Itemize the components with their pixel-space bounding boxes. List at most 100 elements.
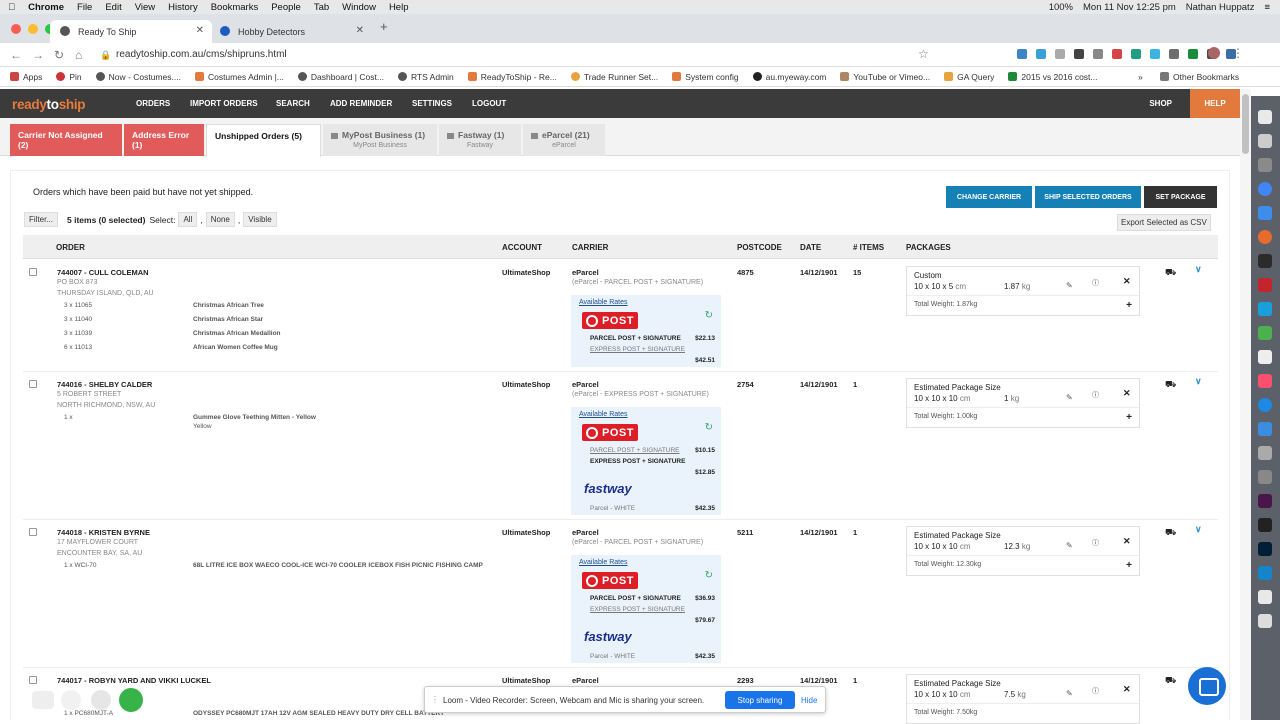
extension-icon[interactable]	[1112, 49, 1122, 59]
menu-list-icon[interactable]: ≡	[1264, 2, 1270, 13]
bookmark-item[interactable]: GA Query	[944, 72, 994, 82]
row-checkbox[interactable]	[29, 380, 37, 388]
chevron-down-icon[interactable]: ∨	[1195, 524, 1202, 535]
add-package-icon[interactable]: +	[1126, 412, 1132, 423]
menu-bookmarks[interactable]: Bookmarks	[211, 2, 259, 13]
order-name[interactable]: 744018 - KRISTEN BYRNE	[57, 528, 150, 537]
remove-package-icon[interactable]: ✕	[1123, 276, 1131, 287]
chevron-down-icon[interactable]: ∨	[1195, 376, 1202, 387]
ship-selected-button[interactable]: SHIP SELECTED ORDERS	[1035, 186, 1141, 208]
bookmark-item[interactable]: Costumes Admin |...	[194, 72, 284, 82]
header-order[interactable]: ORDER	[56, 243, 85, 252]
profile-avatar[interactable]	[1208, 47, 1220, 59]
tab-unshipped-orders[interactable]: Unshipped Orders (5)	[206, 124, 321, 157]
filter-button[interactable]: Filter...	[24, 212, 59, 227]
remove-package-icon[interactable]: ✕	[1123, 536, 1131, 547]
rate-option[interactable]: EXPRESS POST + SIGNATURE	[590, 606, 685, 613]
chrome-icon[interactable]	[1258, 182, 1272, 196]
chevron-down-icon[interactable]: ∨	[1195, 264, 1202, 275]
header-carrier[interactable]: CARRIER	[572, 243, 608, 252]
row-checkbox[interactable]	[29, 268, 37, 276]
menu-history[interactable]: History	[168, 2, 198, 13]
drag-handle-icon[interactable]: ⋮	[431, 695, 439, 704]
nav-help[interactable]: HELP	[1190, 89, 1240, 118]
refresh-icon[interactable]: ↻	[705, 570, 713, 581]
nav-import-orders[interactable]: IMPORT ORDERS	[190, 99, 258, 108]
skype-icon[interactable]	[1258, 302, 1272, 316]
more-bookmarks-icon[interactable]: »	[1138, 72, 1143, 82]
header-account[interactable]: ACCOUNT	[502, 243, 542, 252]
bookmark-item[interactable]: 2015 vs 2016 cost...	[1008, 72, 1098, 82]
add-package-icon[interactable]: +	[1126, 300, 1132, 311]
star-bookmark-icon[interactable]: ☆	[918, 47, 929, 61]
add-package-icon[interactable]: +	[1126, 560, 1132, 571]
close-window-icon[interactable]	[11, 24, 21, 34]
help-circle-icon[interactable]: ⓘ	[1092, 686, 1099, 696]
tab-ready-to-ship[interactable]: Ready To Ship ✕	[50, 20, 212, 43]
header-postcode[interactable]: POSTCODE	[737, 243, 782, 252]
remove-package-icon[interactable]: ✕	[1123, 684, 1131, 695]
nav-settings[interactable]: SETTINGS	[412, 99, 452, 108]
bookmark-item[interactable]: Trade Runner Set...	[570, 72, 658, 82]
nav-add-reminder[interactable]: ADD REMINDER	[330, 99, 392, 108]
grid-app-icon[interactable]	[1258, 254, 1272, 268]
bookmark-item[interactable]: Dashboard | Cost...	[297, 72, 384, 82]
preferences-icon[interactable]	[1258, 470, 1272, 484]
bookmark-item[interactable]: System config	[672, 72, 739, 82]
tab-eparcel[interactable]: eParcel (21) eParcel	[523, 124, 605, 156]
extension-icon[interactable]	[1150, 49, 1160, 59]
readytoship-logo[interactable]: readytoship	[12, 97, 86, 112]
numbers-icon[interactable]	[1258, 446, 1272, 460]
launchpad-icon[interactable]	[1258, 134, 1272, 148]
extension-icon[interactable]	[1055, 49, 1065, 59]
bookmark-item[interactable]: Now - Costumes....	[95, 72, 181, 82]
truck-status-icon[interactable]: ⛟	[1165, 379, 1176, 391]
apple-icon[interactable]: 	[8, 2, 15, 13]
tab-mypost-business[interactable]: MyPost Business (1) MyPost Business	[323, 124, 437, 156]
edit-pencil-icon[interactable]: ✎	[1066, 281, 1073, 290]
tab-carrier-not-assigned[interactable]: Carrier Not Assigned (2)	[10, 124, 122, 156]
truck-status-icon[interactable]: ⛟	[1165, 527, 1176, 539]
loom-camera-icon[interactable]	[32, 691, 54, 709]
messages-icon[interactable]	[1258, 398, 1272, 412]
bookmark-item[interactable]: ReadyToShip - Re...	[467, 72, 557, 82]
loom-finish-check-icon[interactable]	[119, 688, 143, 712]
order-name[interactable]: 744007 - CULL COLEMAN	[57, 268, 149, 277]
url-input[interactable]: readytoship.com.au/cms/shipruns.html	[116, 49, 287, 60]
finder-icon[interactable]	[1258, 110, 1272, 124]
folder-blue-icon[interactable]	[1258, 566, 1272, 580]
menu-edit[interactable]: Edit	[105, 2, 121, 13]
menu-window[interactable]: Window	[342, 2, 376, 13]
document-icon[interactable]	[1258, 350, 1272, 364]
rocket-icon[interactable]	[1258, 158, 1272, 172]
chat-support-icon[interactable]	[1188, 667, 1226, 705]
trash-icon[interactable]	[1258, 614, 1272, 628]
tab-fastway[interactable]: Fastway (1) Fastway	[439, 124, 521, 156]
help-circle-icon[interactable]: ⓘ	[1092, 278, 1099, 288]
evernote-icon[interactable]	[1258, 326, 1272, 340]
edit-pencil-icon[interactable]: ✎	[1066, 689, 1073, 698]
home-icon[interactable]: ⌂	[75, 48, 82, 62]
rates-title[interactable]: Available Rates	[579, 559, 628, 566]
extension-icon[interactable]	[1093, 49, 1103, 59]
loom-pause-icon[interactable]	[91, 690, 111, 710]
rate-option[interactable]: Parcel - WHITE	[590, 653, 635, 660]
select-all-button[interactable]: All	[178, 212, 198, 227]
help-circle-icon[interactable]: ⓘ	[1092, 390, 1099, 400]
select-none-button[interactable]: None	[205, 212, 235, 227]
safari-icon[interactable]	[1258, 422, 1272, 436]
rate-option[interactable]: EXPRESS POST + SIGNATURE	[590, 346, 685, 353]
change-carrier-button[interactable]: CHANGE CARRIER	[946, 186, 1032, 208]
file-icon[interactable]	[1258, 590, 1272, 604]
menu-file[interactable]: File	[77, 2, 92, 13]
rate-option[interactable]: EXPRESS POST + SIGNATURE	[590, 458, 685, 465]
extension-icon[interactable]	[1169, 49, 1179, 59]
hide-button[interactable]: Hide	[801, 696, 817, 705]
photoshop-icon[interactable]	[1258, 542, 1272, 556]
extension-icon[interactable]	[1074, 49, 1084, 59]
close-tab-icon[interactable]: ✕	[356, 25, 364, 36]
extension-icon[interactable]	[1036, 49, 1046, 59]
firefox-icon[interactable]	[1258, 230, 1272, 244]
filezilla-icon[interactable]	[1258, 278, 1272, 292]
app-menu[interactable]: Chrome	[28, 2, 64, 13]
